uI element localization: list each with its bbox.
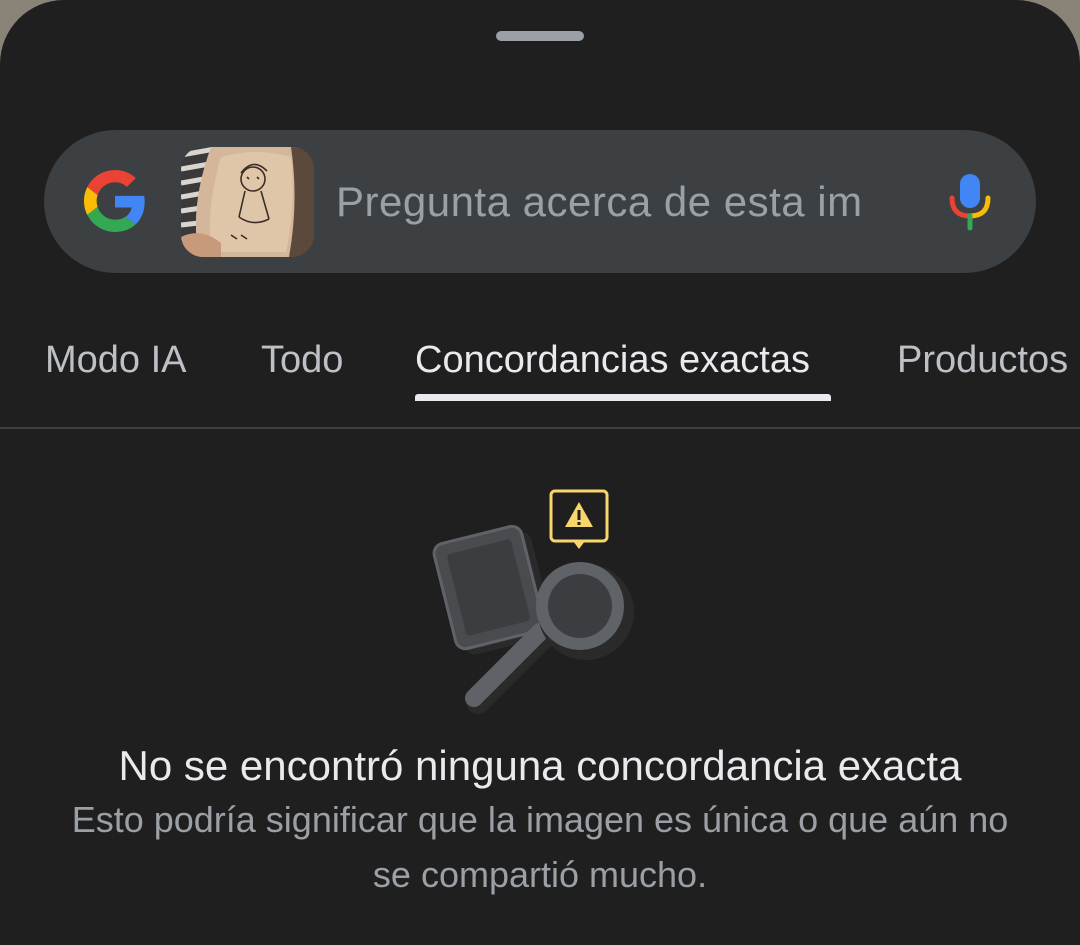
magnifier-with-warning-icon [432, 489, 634, 714]
search-input[interactable] [336, 170, 916, 234]
tab-todo[interactable]: Todo [261, 330, 343, 400]
bottom-sheet: Modo IA Todo Concordancias exactas Produ… [0, 0, 1080, 945]
empty-state-description: Esto podría significar que la imagen es … [71, 799, 1009, 895]
query-image-thumbnail[interactable] [181, 147, 314, 257]
image-thumbnail-icon [181, 147, 314, 257]
results-tabs: Modo IA Todo Concordancias exactas Produ… [0, 330, 1080, 428]
empty-state-title: No se encontró ninguna concordancia exac… [118, 742, 962, 789]
tab-concordancias-exactas[interactable]: Concordancias exactas [415, 330, 810, 400]
tab-productos[interactable]: Productos [897, 330, 1068, 400]
tabs-divider [0, 427, 1080, 429]
microphone-icon[interactable] [946, 172, 994, 232]
google-g-icon [84, 170, 145, 232]
tab-modo-ia[interactable]: Modo IA [45, 330, 187, 400]
sheet-drag-handle[interactable] [496, 31, 584, 41]
active-tab-indicator [415, 394, 831, 401]
